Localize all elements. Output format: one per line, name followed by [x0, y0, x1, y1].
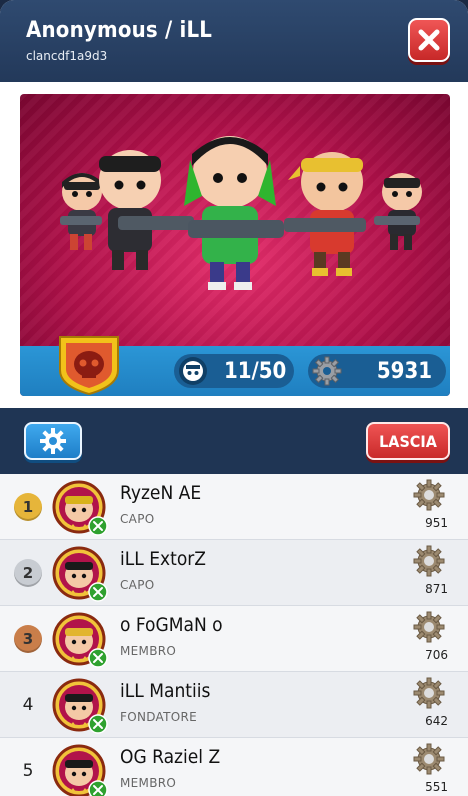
member-face-icon: [179, 357, 207, 385]
gear-icon: [413, 743, 445, 775]
clan-id: clancdf1a9d3: [26, 49, 108, 63]
member-role: CAPO: [120, 578, 155, 592]
member-score: 951: [425, 516, 448, 530]
member-count: 11/50: [224, 358, 287, 384]
gear-icon: [413, 545, 445, 577]
xbox-icon: [88, 714, 108, 734]
gear-total: 5931: [376, 358, 432, 384]
close-button[interactable]: [408, 18, 450, 62]
clan-toolbar: LASCIA: [0, 408, 468, 474]
member-score: 551: [425, 780, 448, 794]
rank-medal: 3: [14, 625, 42, 653]
xbox-icon: [88, 516, 108, 536]
gear-icon: [413, 611, 445, 643]
rank-number: 4: [22, 695, 34, 715]
member-row[interactable]: 5 OG Raziel Z MEMBRO 551: [0, 738, 468, 796]
member-row[interactable]: 3 o FoGMaN o MEMBRO 706: [0, 606, 468, 672]
clan-title: Anonymous / iLL: [26, 18, 213, 43]
gear-icon: [413, 479, 445, 511]
clan-characters-image: [60, 136, 422, 290]
skull-emblem-icon: [59, 336, 119, 396]
member-role: CAPO: [120, 512, 155, 526]
rank-number: 3: [22, 630, 34, 648]
xbox-icon: [88, 780, 108, 796]
member-role: MEMBRO: [120, 776, 177, 790]
rank-number: 2: [22, 564, 34, 582]
member-row[interactable]: 1 RyzeN AE CAPO 951: [0, 474, 468, 540]
gear-total-pill: 5931: [308, 354, 446, 388]
gear-icon: [413, 677, 445, 709]
member-list: 1 RyzeN AE CAPO 951 2 iLL ExtorZ CAPO 87…: [0, 474, 468, 796]
gear-icon: [312, 356, 342, 386]
clan-banner-area: 11/50 5931: [0, 82, 468, 408]
member-row[interactable]: 4 iLL Mantiis FONDATORE 642: [0, 672, 468, 738]
member-name: o FoGMaN o: [120, 614, 223, 636]
rank-number: 1: [22, 498, 34, 516]
clan-stats-bar: 11/50 5931: [20, 336, 450, 396]
settings-gear-icon: [40, 428, 66, 454]
member-role: FONDATORE: [120, 710, 198, 724]
member-row[interactable]: 2 iLL ExtorZ CAPO 871: [0, 540, 468, 606]
xbox-icon: [88, 648, 108, 668]
member-name: RyzeN AE: [120, 482, 202, 504]
member-count-pill: 11/50: [174, 354, 294, 388]
xbox-icon: [88, 582, 108, 602]
settings-button[interactable]: [24, 422, 82, 460]
member-score: 871: [425, 582, 448, 596]
member-score: 706: [425, 648, 448, 662]
member-name: OG Raziel Z: [120, 746, 221, 768]
clan-header: Anonymous / iLL clancdf1a9d3: [0, 0, 468, 82]
member-name: iLL ExtorZ: [120, 548, 207, 570]
member-role: MEMBRO: [120, 644, 177, 658]
leave-clan-button[interactable]: LASCIA: [366, 422, 450, 460]
close-icon: [418, 29, 440, 51]
rank-medal: 2: [14, 559, 42, 587]
clan-panel: Anonymous / iLL clancdf1a9d3 11/50 5931 …: [0, 0, 468, 796]
member-name: iLL Mantiis: [120, 680, 211, 702]
member-score: 642: [425, 714, 448, 728]
rank-medal: 1: [14, 493, 42, 521]
clan-banner: 11/50 5931: [20, 94, 450, 396]
rank-number: 5: [22, 761, 34, 781]
